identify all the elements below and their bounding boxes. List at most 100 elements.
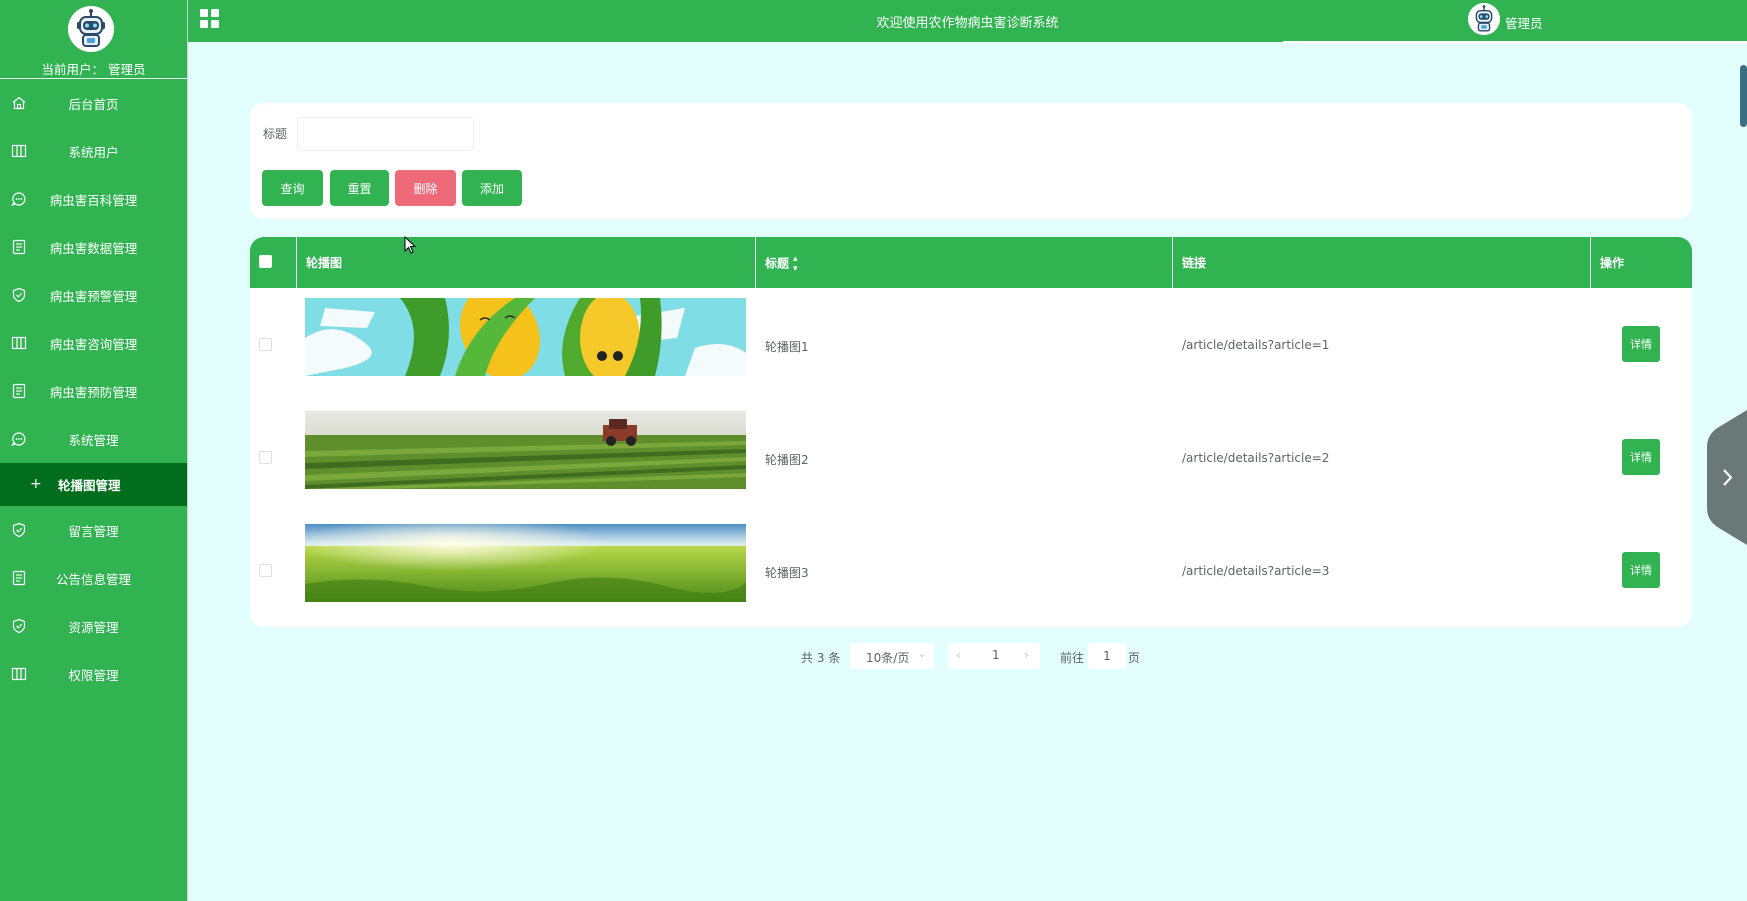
table-row: 轮播图2 /article/details?article=2 详情 <box>250 401 1692 514</box>
sidebar-menu: 后台首页 系统用户 病虫害百科管理 病虫害数据管理 病虫害预警管理 病虫害咨询管… <box>0 79 187 698</box>
next-page-icon[interactable]: › <box>1024 648 1029 662</box>
select-all-checkbox[interactable] <box>259 255 272 268</box>
sidebar-item-label: 病虫害预防管理 <box>49 384 138 400</box>
sidebar-item-pest-data[interactable]: 病虫害数据管理 <box>0 223 187 271</box>
document-icon <box>12 570 26 586</box>
mouse-cursor-icon <box>404 236 416 254</box>
goto-label: 前往 <box>1060 651 1085 665</box>
sidebar-item-pest-warning[interactable]: 病虫害预警管理 <box>0 271 187 319</box>
sidebar-item-label: 病虫害预警管理 <box>49 288 138 304</box>
top-user-name[interactable]: 管理员 <box>1505 13 1543 32</box>
sidebar-item-label: 留言管理 <box>68 523 119 539</box>
row-checkbox[interactable] <box>259 564 272 577</box>
goto-page-input[interactable] <box>1088 643 1126 669</box>
reset-button[interactable]: 重置 <box>330 170 389 206</box>
header-image: 轮播图 <box>297 237 756 288</box>
sidebar-item-pest-consult[interactable]: 病虫害咨询管理 <box>0 319 187 367</box>
header-image-label: 轮播图 <box>306 256 343 270</box>
prev-page-icon[interactable]: ‹ <box>956 648 961 662</box>
page-size-value: 10条/页 <box>866 651 910 665</box>
delete-button[interactable]: 删除 <box>395 170 456 206</box>
header-link-label: 链接 <box>1182 256 1207 270</box>
sidebar-item-label: 病虫害百科管理 <box>49 192 138 208</box>
sidebar-item-system-users[interactable]: 系统用户 <box>0 127 187 175</box>
sidebar-item-home[interactable]: 后台首页 <box>0 79 187 127</box>
document-icon <box>12 383 26 399</box>
title-search-input[interactable] <box>297 117 474 151</box>
columns-icon <box>11 667 27 681</box>
sidebar-item-label: 公告信息管理 <box>55 571 131 587</box>
row-title: 轮播图1 <box>765 340 809 354</box>
sidebar-item-label: 系统用户 <box>68 144 119 160</box>
sidebar: 当前用户： 管理员 后台首页 系统用户 病虫害百科管理 病虫害数据管理 病虫害预… <box>0 0 188 901</box>
table-row: 轮播图1 /article/details?article=1 详情 <box>250 288 1692 401</box>
sidebar-item-carousel-management[interactable]: + 轮播图管理 <box>0 463 187 506</box>
sidebar-item-label: 病虫害数据管理 <box>49 240 138 256</box>
sidebar-item-permissions[interactable]: 权限管理 <box>0 650 187 698</box>
row-link: /article/details?article=1 <box>1182 338 1330 352</box>
sidebar-item-announcements[interactable]: 公告信息管理 <box>0 554 187 602</box>
header-title[interactable]: 标题 ▴ ▾ <box>756 237 1173 288</box>
sidebar-item-pest-prevention[interactable]: 病虫害预防管理 <box>0 367 187 415</box>
current-user-label: 当前用户： 管理员 <box>41 62 146 77</box>
plus-icon: + <box>30 476 42 492</box>
chat-icon <box>11 432 26 447</box>
sidebar-item-resources[interactable]: 资源管理 <box>0 602 187 650</box>
row-link: /article/details?article=3 <box>1182 564 1330 578</box>
table-row: 轮播图3 /article/details?article=3 详情 <box>250 514 1692 627</box>
pagination-total: 共 3 条 <box>801 651 841 665</box>
sidebar-header: 当前用户： 管理员 <box>0 0 187 79</box>
detail-button[interactable]: 详情 <box>1622 326 1660 362</box>
shield-check-icon <box>12 618 26 634</box>
page-unit-label: 页 <box>1128 651 1141 665</box>
row-title: 轮播图2 <box>765 453 809 467</box>
sidebar-item-label: 系统管理 <box>68 432 119 448</box>
row-checkbox[interactable] <box>259 338 272 351</box>
carousel-image-green-field <box>305 524 746 602</box>
home-icon <box>12 96 26 110</box>
document-icon <box>12 239 26 255</box>
robot-avatar-icon <box>68 6 114 52</box>
sidebar-item-pest-encyclopedia[interactable]: 病虫害百科管理 <box>0 175 187 223</box>
top-bar: 欢迎使用农作物病虫害诊断系统 管理员 <box>188 0 1747 43</box>
shield-check-icon <box>12 287 26 303</box>
sidebar-item-messages[interactable]: 留言管理 <box>0 506 187 554</box>
carousel-image-corn <box>305 298 746 376</box>
shield-check-icon <box>12 522 26 538</box>
header-title-label: 标题 <box>765 256 790 271</box>
top-bar-underline <box>1283 41 1747 43</box>
chevron-down-icon: ⌄ <box>917 649 926 660</box>
header-operation-label: 操作 <box>1600 256 1625 270</box>
side-drawer-toggle[interactable] <box>1707 410 1747 545</box>
page-number[interactable]: 1 <box>992 648 1000 662</box>
columns-icon <box>11 336 27 350</box>
add-button[interactable]: 添加 <box>462 170 522 206</box>
sidebar-item-label: 资源管理 <box>68 619 119 635</box>
header-operation: 操作 <box>1591 237 1692 288</box>
sidebar-item-label: 病虫害咨询管理 <box>49 336 138 352</box>
row-link: /article/details?article=2 <box>1182 451 1330 465</box>
sort-icon[interactable]: ▴ ▾ <box>793 254 798 274</box>
sidebar-item-label: 权限管理 <box>68 667 119 683</box>
columns-icon <box>11 144 27 158</box>
title-filter-label: 标题 <box>263 127 288 141</box>
carousel-table: 轮播图 标题 ▴ ▾ 链接 操作 轮播图1 /article/details?a… <box>250 237 1692 627</box>
table-header: 轮播图 标题 ▴ ▾ 链接 操作 <box>250 237 1692 288</box>
sidebar-item-label: 轮播图管理 <box>58 478 121 493</box>
scrollbar-thumb[interactable] <box>1740 65 1747 127</box>
detail-button[interactable]: 详情 <box>1622 439 1660 475</box>
detail-button[interactable]: 详情 <box>1622 552 1660 588</box>
pager: ‹ 1 › <box>948 643 1040 669</box>
row-title: 轮播图3 <box>765 566 809 580</box>
row-checkbox[interactable] <box>259 451 272 464</box>
search-panel: 标题 查询 重置 删除 添加 <box>250 103 1692 219</box>
header-link: 链接 <box>1173 237 1591 288</box>
header-checkbox-cell <box>250 237 297 288</box>
chat-icon <box>11 192 26 207</box>
carousel-image-field-tractor <box>305 411 746 489</box>
page-size-select[interactable]: 10条/页 ⌄ <box>850 643 934 669</box>
query-button[interactable]: 查询 <box>262 170 323 206</box>
user-avatar-icon[interactable] <box>1468 3 1500 35</box>
sidebar-item-system-management[interactable]: 系统管理 <box>0 415 187 463</box>
sidebar-item-label: 后台首页 <box>68 96 119 112</box>
